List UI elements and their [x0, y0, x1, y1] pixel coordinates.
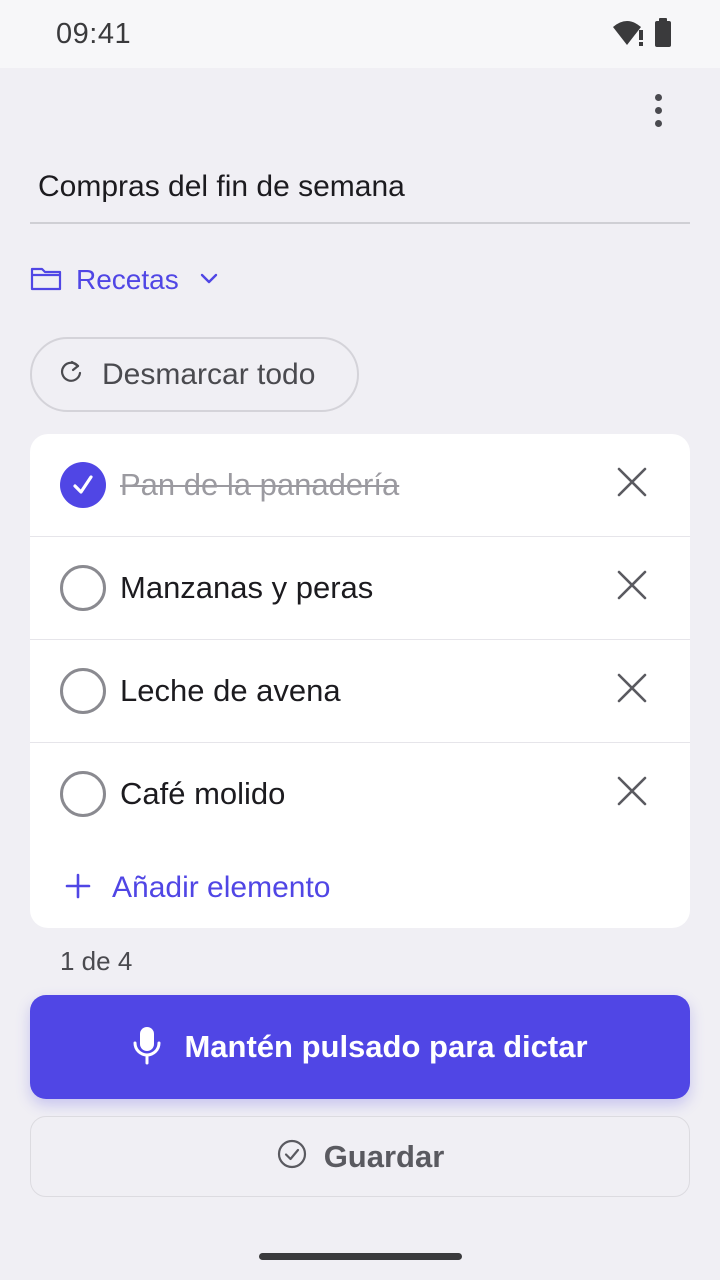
item-checkbox[interactable] — [60, 565, 106, 611]
home-indicator[interactable] — [259, 1253, 462, 1260]
system-icons — [612, 18, 672, 53]
item-label[interactable]: Café molido — [120, 776, 285, 812]
item-label[interactable]: Leche de avena — [120, 673, 341, 709]
item-label[interactable]: Manzanas y peras — [120, 570, 373, 606]
status-bar: 09:41 — [0, 0, 720, 68]
dictate-button[interactable]: Mantén pulsado para dictar — [30, 995, 690, 1099]
delete-item-button[interactable] — [614, 773, 650, 809]
list-item: Manzanas y peras — [30, 537, 690, 640]
folder-selector[interactable]: Recetas — [30, 260, 219, 300]
dictate-label: Mantén pulsado para dictar — [184, 1029, 588, 1064]
status-time: 09:41 — [56, 18, 132, 50]
delete-item-button[interactable] — [614, 670, 650, 706]
battery-full-icon — [654, 18, 672, 53]
item-checkbox[interactable] — [60, 668, 106, 714]
uncheck-all-label: Desmarcar todo — [102, 357, 316, 391]
delete-item-button[interactable] — [614, 464, 650, 500]
item-checkbox-checked[interactable] — [60, 462, 106, 508]
add-item-button[interactable]: Añadir elemento — [64, 864, 330, 912]
progress-counter: 1 de 4 — [60, 946, 133, 976]
folder-label: Recetas — [76, 264, 179, 295]
wifi-alert-icon — [612, 19, 646, 52]
delete-item-button[interactable] — [614, 567, 650, 603]
refresh-icon — [58, 359, 84, 390]
add-item-label: Añadir elemento — [112, 871, 331, 904]
chevron-down-icon — [199, 271, 219, 290]
microphone-icon — [132, 1025, 162, 1070]
save-label: Guardar — [323, 1138, 445, 1174]
check-circle-icon — [276, 1138, 308, 1175]
more-vert-icon — [654, 93, 662, 101]
list-title-value: Compras del fin de semana — [38, 170, 405, 203]
plus-icon — [64, 872, 92, 905]
more-options-button[interactable] — [636, 88, 680, 132]
folder-icon — [30, 265, 62, 296]
uncheck-all-button[interactable]: Desmarcar todo — [30, 337, 359, 412]
list-title-input[interactable]: Compras del fin de semana — [30, 150, 690, 224]
item-checkbox[interactable] — [60, 771, 106, 817]
save-button[interactable]: Guardar — [30, 1116, 690, 1197]
list-item: Café molido — [30, 743, 690, 846]
item-label[interactable]: Pan de la panadería — [120, 467, 399, 503]
more-vert-dot — [654, 119, 662, 127]
checklist-card: Pan de la panadería Manzanas y peras Lec… — [30, 434, 690, 928]
list-item: Pan de la panadería — [30, 434, 690, 537]
more-vert-dot — [654, 106, 662, 114]
list-item: Leche de avena — [30, 640, 690, 743]
